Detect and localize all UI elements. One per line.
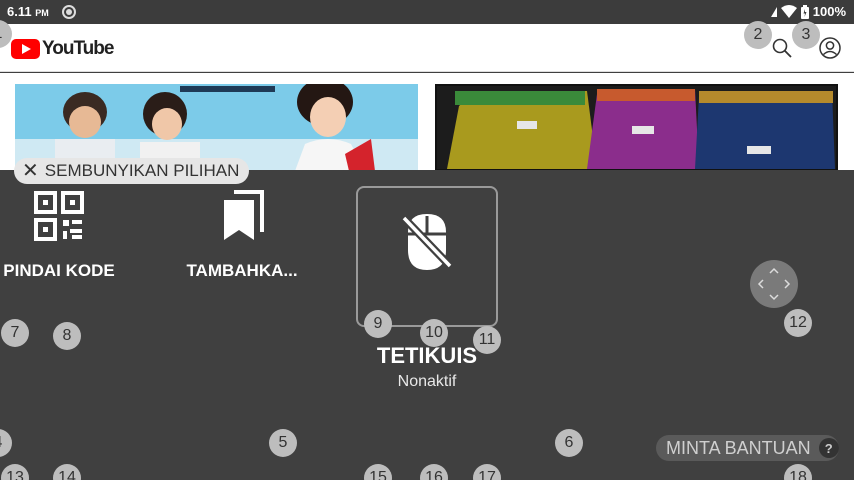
hide-options-label: SEMBUNYIKAN PILIHAN <box>44 161 240 180</box>
target-badge[interactable]: 3 <box>792 21 820 49</box>
qr-code-icon <box>34 191 84 241</box>
youtube-logo-text: YouTube <box>42 38 114 59</box>
target-badge[interactable]: 12 <box>784 309 812 337</box>
signal-icon <box>770 6 777 17</box>
target-badge[interactable]: 10 <box>420 319 448 347</box>
video-thumbnail[interactable] <box>435 84 838 171</box>
clock-time: 6.11 <box>7 4 32 19</box>
mouse-tool-status: Nonaktif <box>397 373 457 390</box>
get-help-label: MINTA BANTUAN <box>666 437 811 458</box>
battery-icon <box>800 4 809 19</box>
dpad-control[interactable] <box>750 260 798 308</box>
video-feed <box>0 73 854 171</box>
hide-options-button[interactable]: ✕ SEMBUNYIKAN PILIHAN <box>14 158 250 184</box>
target-badge[interactable]: 2 <box>744 21 772 49</box>
arrows-icon <box>757 267 791 301</box>
notification-icon <box>62 5 76 19</box>
target-badge[interactable]: 11 <box>473 326 501 354</box>
screen: 6.11 PM 100% YouTube ✕ SEMBUNYIKAN PILIH… <box>0 0 854 480</box>
youtube-play-icon <box>11 39 40 59</box>
mouse-tool-button[interactable] <box>356 186 498 327</box>
add-bookmark-label: TAMBAHKA... <box>186 261 298 280</box>
battery-level: 100% <box>812 4 846 19</box>
close-icon: ✕ <box>22 160 39 182</box>
mouse-off-icon <box>402 214 452 270</box>
target-badge[interactable]: 9 <box>364 310 392 338</box>
status-icons: 100% <box>770 4 846 19</box>
clock: 6.11 PM <box>7 4 49 19</box>
get-help-button[interactable]: MINTA BANTUAN ? <box>656 435 839 461</box>
scan-code-tool[interactable]: PINDAI KODE <box>0 190 118 281</box>
status-bar: 6.11 PM 100% <box>0 0 854 24</box>
scan-code-label: PINDAI KODE <box>3 261 115 280</box>
clock-ampm: PM <box>35 8 49 18</box>
youtube-logo[interactable]: YouTube <box>11 38 114 60</box>
thumbnail-image <box>437 86 836 169</box>
help-icon: ? <box>818 438 839 458</box>
target-badge[interactable]: 6 <box>555 429 583 457</box>
account-icon[interactable] <box>819 37 841 59</box>
target-badge[interactable]: 7 <box>1 319 29 347</box>
youtube-header: YouTube <box>0 24 854 72</box>
bookmark-icon <box>224 190 264 240</box>
add-bookmark-tool[interactable]: TAMBAHKA... <box>182 190 302 281</box>
target-badge[interactable]: 8 <box>53 322 81 350</box>
search-icon[interactable] <box>772 38 792 58</box>
wifi-icon <box>780 5 797 18</box>
target-badge[interactable]: 5 <box>269 429 297 457</box>
